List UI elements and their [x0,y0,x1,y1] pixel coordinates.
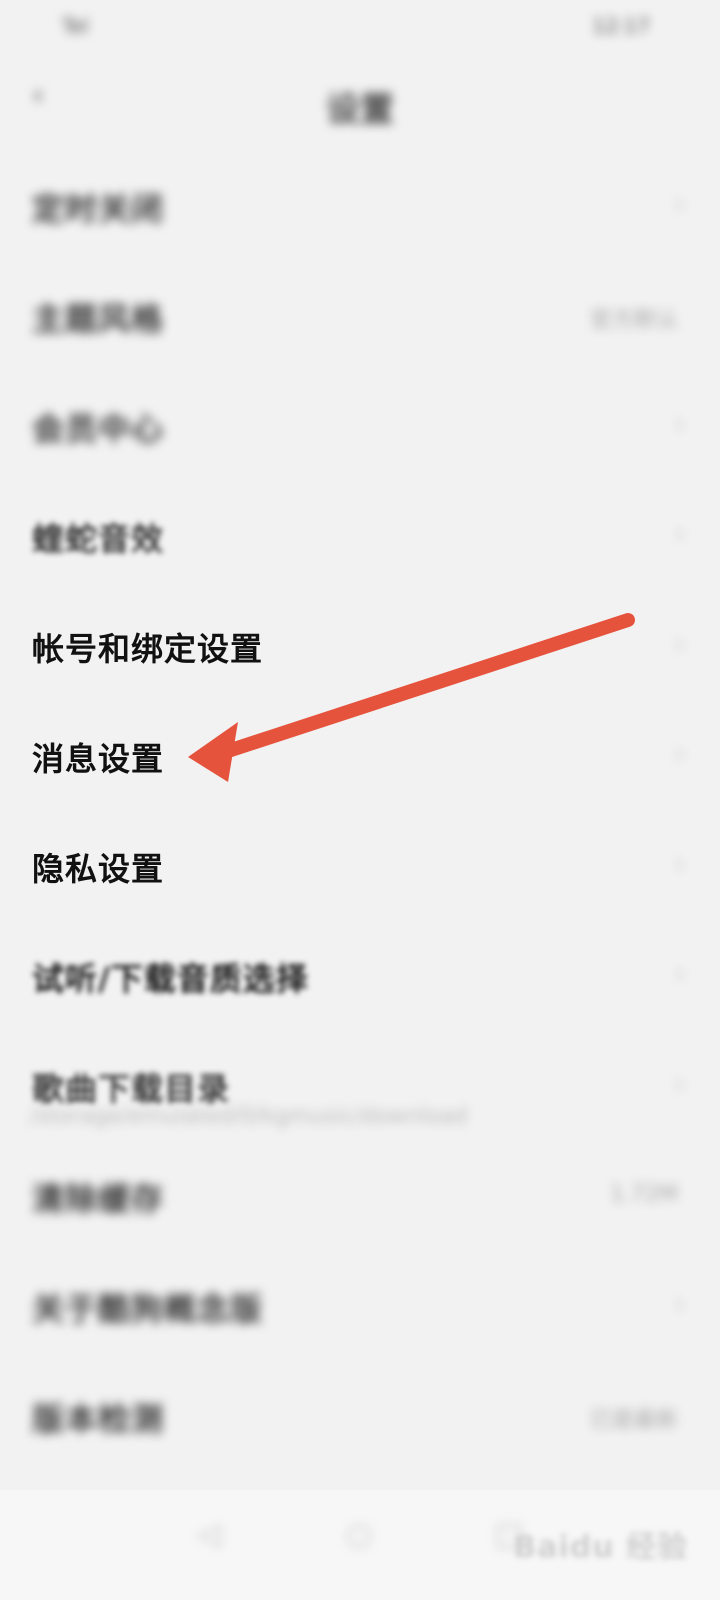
setting-row-privacy-settings[interactable]: 隐私设置 › [0,814,720,924]
setting-row-sound-effects[interactable]: 蝰蛇音效 › [0,484,720,594]
nav-back-icon[interactable]: ◁ [192,1518,226,1552]
settings-list: 定时关闭 › 主题风格 官方默认 会员中心 › 蝰蛇音效 › 帐号和绑定设置 ›… [0,154,720,1474]
setting-row-message-settings[interactable]: 消息设置 › [0,704,720,814]
setting-row-theme[interactable]: 主题风格 官方默认 [0,264,720,374]
setting-row-timer[interactable]: 定时关闭 › [0,154,720,264]
setting-value: 已是最新 [589,1408,678,1433]
watermark: Baidu 经验 [513,1530,688,1565]
setting-label: 消息设置 [32,740,165,778]
chevron-right-icon: › [674,407,686,440]
setting-row-audio-quality[interactable]: 试听/下载音质选择 › [0,924,720,1034]
chevron-right-icon: › [674,187,686,220]
chevron-right-icon: › [674,627,686,660]
setting-row-about[interactable]: 关于酷狗概念版 › [0,1254,720,1364]
status-left-text: Tel [62,14,89,38]
setting-row-version-check[interactable]: 版本检测 已是最新 [0,1364,720,1474]
page-title: 设置 [326,90,394,130]
chevron-right-icon: › [674,517,686,550]
status-right-text: 12:17 [592,14,650,38]
setting-label: 帐号和绑定设置 [32,630,264,668]
setting-label: 版本检测 [32,1400,165,1438]
setting-label: 隐私设置 [32,850,165,888]
setting-row-account-binding[interactable]: 帐号和绑定设置 › [0,594,720,704]
chevron-right-icon: › [674,1287,686,1320]
status-bar: Tel 12:17 [0,0,720,56]
bottom-navigation-bar: ◁ ○ □ Baidu 经验 [0,1490,720,1600]
chevron-right-icon: › [674,737,686,770]
chevron-right-icon: › [674,957,686,990]
setting-label: 蝰蛇音效 [32,520,165,558]
chevron-right-icon: › [674,847,686,880]
setting-row-vip-center[interactable]: 会员中心 › [0,374,720,484]
setting-label: 清除缓存 [32,1180,165,1218]
setting-label: 会员中心 [32,410,165,448]
setting-label: 定时关闭 [32,190,165,228]
setting-row-download-directory[interactable]: 歌曲下载目录 /storage/emulated/0/kgmusic/downl… [0,1034,720,1144]
nav-home-icon[interactable]: ○ [342,1518,376,1552]
setting-value: 官方默认 [589,308,678,333]
chevron-right-icon: › [674,1067,686,1100]
setting-label: 关于酷狗概念版 [32,1290,264,1328]
setting-label: 主题风格 [32,300,165,338]
setting-label: 试听/下载音质选择 [32,960,309,998]
header: ‹ 设置 [0,58,720,142]
setting-value: 1.72M [610,1182,678,1207]
setting-sublabel: /storage/emulated/0/kgmusic/download [30,1104,468,1129]
setting-row-clear-cache[interactable]: 清除缓存 1.72M [0,1144,720,1254]
